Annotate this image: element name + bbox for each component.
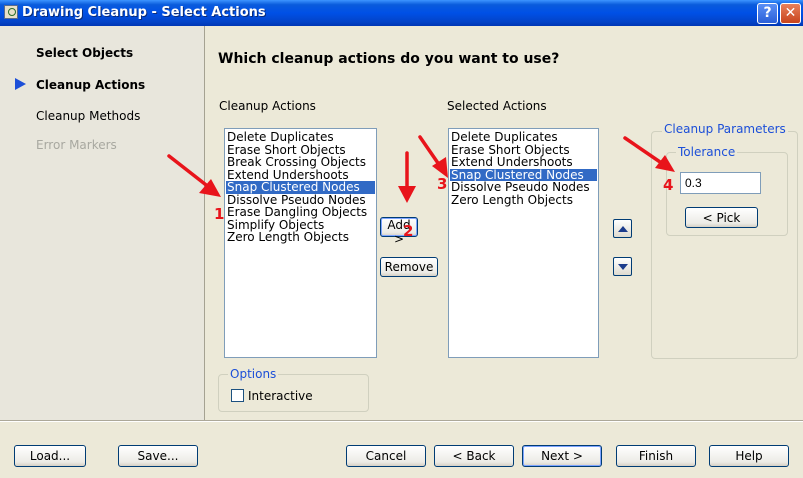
- tolerance-title: Tolerance: [676, 145, 738, 159]
- wizard-footer: Load... Save... Cancel < Back Next > Fin…: [0, 420, 803, 478]
- arrow-down-icon: [618, 264, 628, 270]
- back-button[interactable]: < Back: [434, 445, 514, 467]
- cleanup-actions-list[interactable]: Delete Duplicates Erase Short Objects Brea…: [224, 128, 377, 358]
- annotation-number-1: 1: [214, 205, 225, 223]
- list-item[interactable]: Zero Length Objects: [450, 193, 597, 207]
- cleanup-actions-label: Cleanup Actions: [219, 99, 316, 113]
- wizard-steps-sidebar: Select Objects Cleanup Actions Cleanup M…: [0, 26, 205, 420]
- cancel-button[interactable]: Cancel: [346, 445, 426, 467]
- remove-button[interactable]: Remove: [380, 257, 438, 277]
- list-item[interactable]: Break Crossing Objects: [226, 156, 375, 169]
- selected-actions-label: Selected Actions: [447, 99, 547, 113]
- close-button[interactable]: ✕: [780, 3, 801, 24]
- list-item[interactable]: Zero Length Objects: [226, 231, 375, 244]
- load-button[interactable]: Load...: [14, 445, 86, 467]
- list-item[interactable]: Delete Duplicates: [450, 131, 597, 144]
- list-item[interactable]: Erase Dangling Objects: [226, 206, 375, 219]
- main-panel: Which cleanup actions do you want to use…: [206, 26, 803, 420]
- page-heading: Which cleanup actions do you want to use…: [218, 51, 560, 67]
- title-bar[interactable]: Drawing Cleanup - Select Actions ? ✕: [0, 0, 803, 26]
- list-item[interactable]: Extend Undershoots: [450, 156, 597, 169]
- list-item[interactable]: Snap Clustered Nodes: [226, 181, 375, 194]
- help-title-button[interactable]: ?: [757, 3, 778, 24]
- cleanup-parameters-title: Cleanup Parameters: [662, 122, 788, 136]
- interactive-label: Interactive: [248, 389, 313, 403]
- selected-actions-list[interactable]: Delete Duplicates Erase Short Objects Exte…: [448, 128, 599, 358]
- window-title: Drawing Cleanup - Select Actions: [22, 5, 266, 20]
- save-button[interactable]: Save...: [118, 445, 198, 467]
- annotation-number-2: 2: [403, 222, 414, 240]
- step-error-markers: Error Markers: [36, 138, 117, 152]
- finish-button[interactable]: Finish: [616, 445, 696, 467]
- app-icon: [4, 5, 18, 19]
- step-cleanup-actions: Cleanup Actions: [36, 78, 146, 92]
- interactive-checkbox[interactable]: [231, 389, 244, 402]
- list-item[interactable]: Delete Duplicates: [226, 131, 375, 144]
- options-title: Options: [228, 367, 279, 381]
- step-select-objects: Select Objects: [36, 46, 134, 60]
- current-step-arrow-icon: [15, 78, 26, 90]
- arrow-up-icon: [618, 226, 628, 232]
- step-cleanup-methods: Cleanup Methods: [36, 109, 141, 123]
- next-button[interactable]: Next >: [522, 445, 602, 467]
- list-item[interactable]: Dissolve Pseudo Nodes: [450, 181, 597, 194]
- annotation-number-4: 4: [663, 176, 674, 194]
- help-button[interactable]: Help: [709, 445, 789, 467]
- move-down-button[interactable]: [613, 257, 632, 276]
- move-up-button[interactable]: [613, 219, 632, 238]
- tolerance-input[interactable]: [680, 172, 761, 194]
- annotation-number-3: 3: [437, 175, 448, 193]
- pick-button[interactable]: < Pick: [685, 207, 758, 228]
